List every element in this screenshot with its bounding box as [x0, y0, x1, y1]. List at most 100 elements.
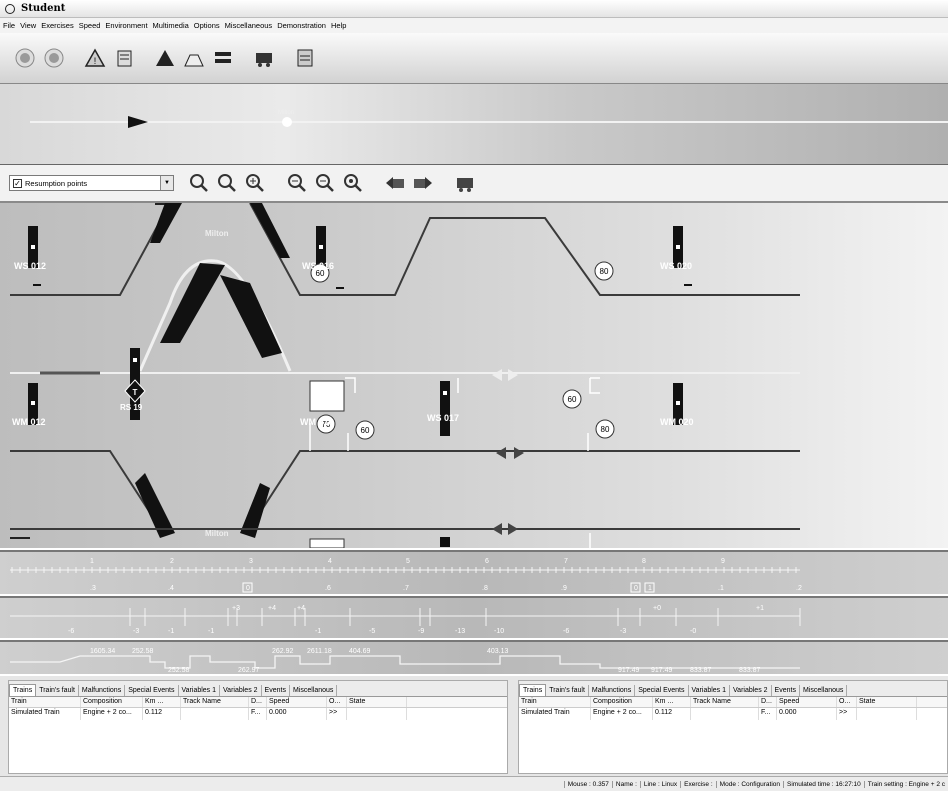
menu-help[interactable]: Help [331, 21, 346, 30]
profile-value: 917.49 [651, 667, 673, 674]
column-header[interactable]: State [347, 697, 407, 707]
km-sub-label: .1 [718, 585, 724, 592]
tab-events[interactable]: Events [262, 685, 290, 696]
column-header[interactable]: Composition [591, 697, 653, 707]
column-header[interactable]: Speed [267, 697, 327, 707]
station-label: Milton [205, 529, 229, 538]
train-icon [457, 178, 473, 192]
profile-value: 262.92 [272, 648, 294, 655]
column-header[interactable]: Train [519, 697, 591, 707]
column-header[interactable]: Train [9, 697, 81, 707]
chevron-down-icon[interactable]: ▼ [160, 176, 173, 190]
tab-miscellanous[interactable]: Miscellanous [800, 685, 848, 696]
zoom-in-button[interactable] [244, 172, 266, 194]
status-mode: Mode : Configuration [715, 780, 783, 788]
tab-miscellanous[interactable]: Miscellanous [290, 685, 338, 696]
menu-file[interactable]: File [3, 21, 15, 30]
km-ruler: 1 2 3 4 5 6 7 8 9 .3 .4 0 .6 .7 .8 .9 0 … [0, 550, 948, 594]
stop-button[interactable] [41, 45, 67, 71]
menu-miscellaneous[interactable]: Miscellaneous [225, 21, 273, 30]
magnifier-icon [344, 174, 362, 192]
panel-tool-button[interactable] [292, 45, 318, 71]
alert-tool-button[interactable] [152, 45, 178, 71]
tab-trains[interactable]: Trains [519, 684, 547, 696]
tab-trains[interactable]: Trains [9, 684, 37, 696]
signal-label: RS 19 [120, 403, 143, 412]
menu-multimedia[interactable]: Multimedia [153, 21, 189, 30]
record-button[interactable] [12, 45, 38, 71]
train-center-button[interactable] [454, 172, 476, 194]
tab-trains-fault[interactable]: Train's fault [546, 685, 589, 696]
train-left-button[interactable] [384, 172, 406, 194]
gradient-value: -6 [563, 628, 569, 635]
column-header[interactable]: Track Name [691, 697, 759, 707]
column-header[interactable]: O... [837, 697, 857, 707]
profile-value: 403.13 [487, 648, 509, 655]
column-header[interactable]: D... [759, 697, 777, 707]
status-train-setting: Train setting : Engine + 2 c [863, 780, 948, 788]
table-row[interactable]: Simulated Train Engine + 2 co... 0.112 F… [519, 708, 947, 720]
panel-tabs: Trains Train's fault Malfunctions Specia… [519, 681, 947, 697]
table-row[interactable]: Simulated Train Engine + 2 co... 0.112 F… [9, 708, 507, 720]
main-toolbar: ! [0, 33, 948, 83]
column-header[interactable]: Track Name [181, 697, 249, 707]
warning-triangle-icon: ! [84, 48, 106, 67]
tab-trains-fault[interactable]: Train's fault [36, 685, 79, 696]
menu-options[interactable]: Options [194, 21, 220, 30]
line-overview[interactable]: Milton [0, 83, 948, 165]
tab-variables-1[interactable]: Variables 1 [179, 685, 221, 696]
menu-speed[interactable]: Speed [79, 21, 101, 30]
column-header[interactable]: Km ... [653, 697, 691, 707]
tab-special-events[interactable]: Special Events [125, 685, 179, 696]
zoom-fit-button[interactable] [188, 172, 210, 194]
zoom-button-2[interactable] [216, 172, 238, 194]
document-tool-button[interactable] [111, 45, 137, 71]
column-header[interactable]: Km ... [143, 697, 181, 707]
tab-variables-2[interactable]: Variables 2 [220, 685, 262, 696]
tab-malfunctions[interactable]: Malfunctions [79, 685, 126, 696]
train-tool-button[interactable] [251, 45, 277, 71]
tab-events[interactable]: Events [772, 685, 800, 696]
cell-speed: 0.000 [267, 708, 327, 720]
status-line: Line : Linux [639, 780, 680, 788]
tab-variables-2[interactable]: Variables 2 [730, 685, 772, 696]
menu-environment[interactable]: Environment [105, 21, 147, 30]
menu-exercises[interactable]: Exercises [41, 21, 74, 30]
column-header[interactable]: State [857, 697, 917, 707]
track-schematic[interactable]: 60 80 70 60 60 80 Milton Milton WS 012 W… [0, 203, 948, 548]
tab-malfunctions[interactable]: Malfunctions [589, 685, 636, 696]
gradient-value: -9 [418, 628, 424, 635]
menu-demonstration[interactable]: Demonstration [277, 21, 326, 30]
signal-label: WM 012 [12, 417, 46, 427]
profile-strip: 1605.34 252.58 252.58 262.97 262.92 2611… [0, 640, 948, 674]
zoom-out-icon [316, 174, 334, 192]
km-sub-label: 1 [648, 585, 652, 592]
resumption-points-dropdown[interactable]: ✓ Resumption points ▼ [9, 175, 174, 191]
svg-text:80: 80 [601, 425, 610, 434]
column-header[interactable]: O... [327, 697, 347, 707]
checkbox-icon[interactable]: ✓ [13, 178, 22, 188]
left-info-panel: Trains Train's fault Malfunctions Specia… [8, 680, 508, 774]
zoom-reset-button[interactable] [342, 172, 364, 194]
km-label: 5 [406, 558, 410, 565]
right-info-panel: Trains Train's fault Malfunctions Specia… [518, 680, 948, 774]
tab-special-events[interactable]: Special Events [635, 685, 689, 696]
column-header[interactable]: Speed [777, 697, 837, 707]
zoom-out-button[interactable] [286, 172, 308, 194]
tab-variables-1[interactable]: Variables 1 [689, 685, 731, 696]
train-right-button[interactable] [412, 172, 434, 194]
zoom-out-button-2[interactable] [314, 172, 336, 194]
tunnel-tool-button[interactable] [181, 45, 207, 71]
menu-view[interactable]: View [20, 21, 36, 30]
circle-icon [44, 48, 64, 68]
gradient-value: -5 [369, 628, 375, 635]
panel-tabs: Trains Train's fault Malfunctions Specia… [9, 681, 507, 697]
barrier-tool-button[interactable] [210, 45, 236, 71]
column-header[interactable]: D... [249, 697, 267, 707]
km-sub-label: .4 [168, 585, 174, 592]
warning-tool-button[interactable]: ! [82, 45, 108, 71]
gradient-value: -3 [133, 628, 139, 635]
column-header[interactable]: Composition [81, 697, 143, 707]
train-left-icon [386, 177, 404, 189]
speed-limit-board: 60 [562, 389, 582, 409]
